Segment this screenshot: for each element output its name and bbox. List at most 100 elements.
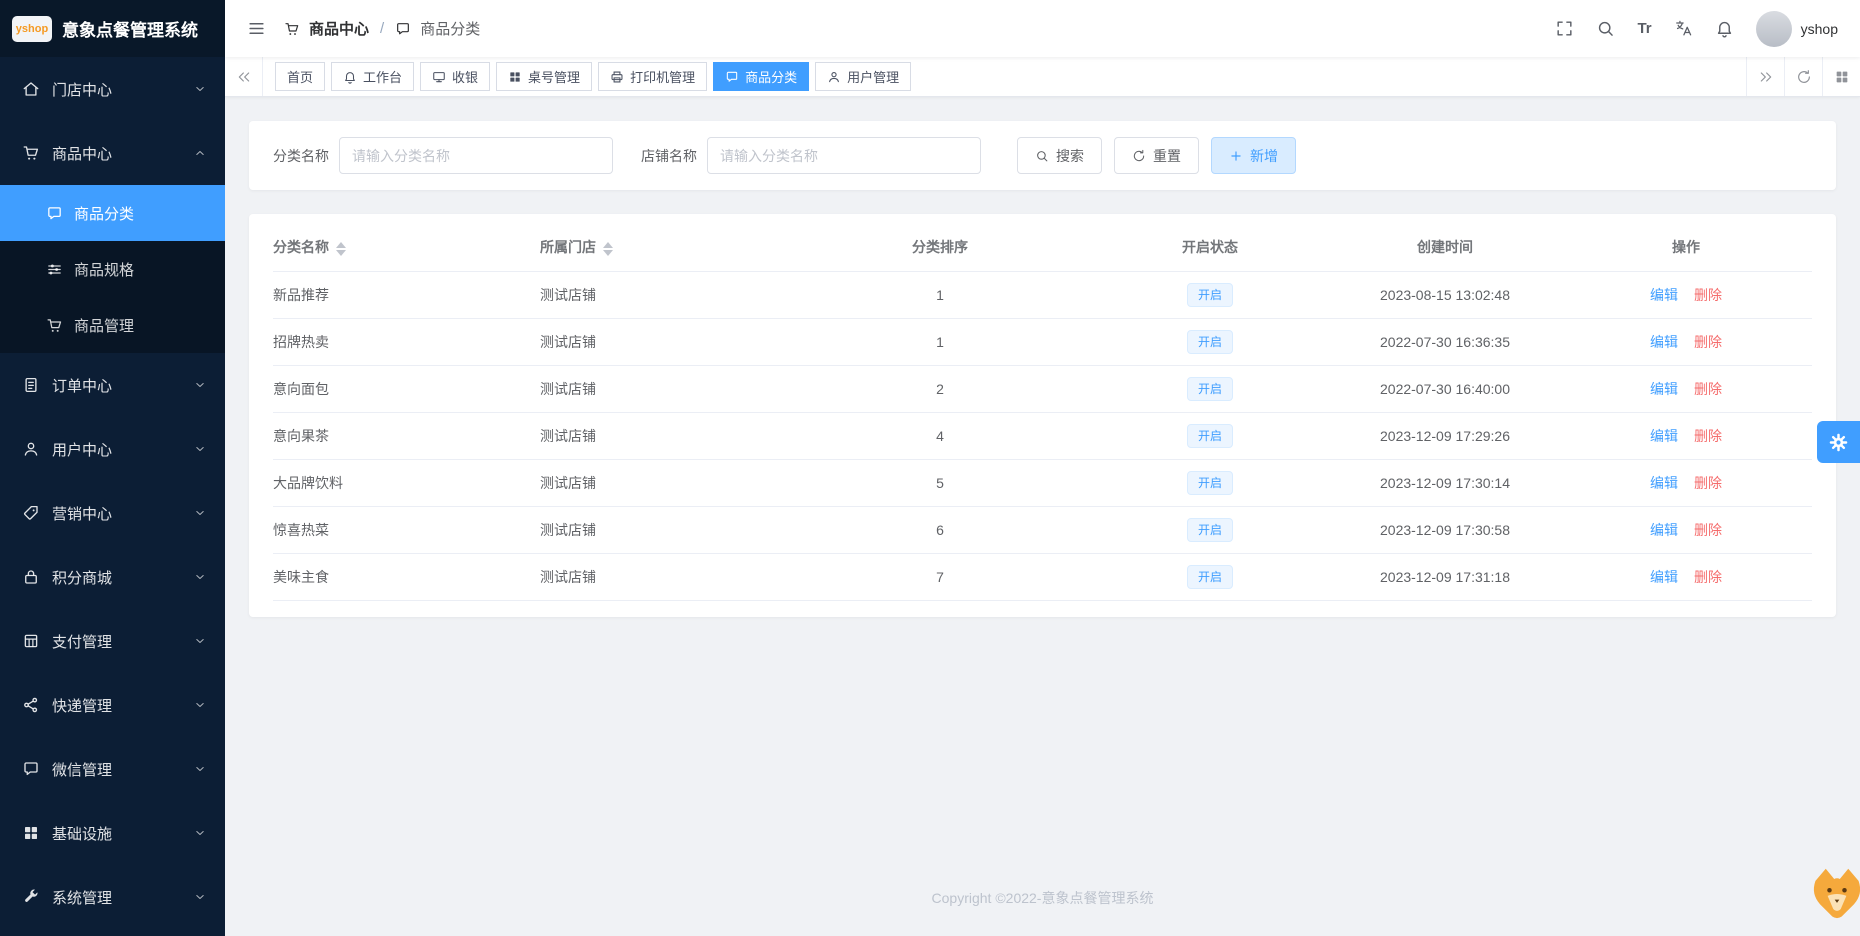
shop-name: 测试店铺 <box>540 286 596 303</box>
cart-icon <box>22 144 40 162</box>
settings-panel-button[interactable] <box>1817 421 1860 463</box>
chevron-down-icon <box>193 634 207 648</box>
breadcrumb-level1[interactable]: 商品中心 <box>309 18 369 39</box>
shop-name-input[interactable] <box>707 137 981 174</box>
edit-link[interactable]: 编辑 <box>1650 428 1678 444</box>
grid-icon <box>1834 69 1850 85</box>
chevron-down-icon <box>193 442 207 456</box>
sidebar-subitem-goods-spec[interactable]: 商品规格 <box>0 241 225 297</box>
tab-user-manage[interactable]: 用户管理 <box>815 62 912 91</box>
delete-link[interactable]: 删除 <box>1694 475 1722 491</box>
tab-goods-category[interactable]: 商品分类 <box>713 62 810 91</box>
sort-carets-icon[interactable] <box>336 241 346 256</box>
add-button[interactable]: 新增 <box>1211 137 1296 174</box>
sidebar-item-system-manage[interactable]: 系统管理 <box>0 865 225 929</box>
search-button-label: 搜索 <box>1056 147 1084 164</box>
tab-label: 工作台 <box>363 70 403 85</box>
table-row: 新品推荐 测试店铺 1 开启 2023-08-15 13:02:48 编辑 删除 <box>273 271 1812 319</box>
column-header-status: 开启状态 <box>1182 239 1238 256</box>
delete-link[interactable]: 删除 <box>1694 381 1722 397</box>
grid-icon <box>508 70 522 84</box>
chat-icon <box>46 205 63 222</box>
sidebar-subitem-goods-category[interactable]: 商品分类 <box>0 185 225 241</box>
status-badge: 开启 <box>1186 470 1233 495</box>
app-logo[interactable]: yshop 意象点餐管理系统 <box>0 0 225 57</box>
category-name-label: 分类名称 <box>273 147 329 164</box>
edit-link[interactable]: 编辑 <box>1650 381 1678 397</box>
fullscreen-icon[interactable] <box>1555 19 1574 38</box>
edit-link[interactable]: 编辑 <box>1650 287 1678 303</box>
sidebar-item-express-manage[interactable]: 快递管理 <box>0 673 225 737</box>
delete-link[interactable]: 删除 <box>1694 334 1722 350</box>
category-table-card: 分类名称 所属门店 分类排序 开启状态 创建时间 操作 新品推荐 测试店铺 1 <box>249 214 1836 617</box>
reset-button[interactable]: 重置 <box>1114 137 1199 174</box>
home-icon <box>22 80 40 98</box>
status-badge: 开启 <box>1186 564 1233 589</box>
edit-link[interactable]: 编辑 <box>1650 522 1678 538</box>
tab-home[interactable]: 首页 <box>275 62 326 91</box>
user-icon <box>22 440 40 458</box>
submenu-label: 商品管理 <box>74 317 135 335</box>
edit-link[interactable]: 编辑 <box>1650 569 1678 585</box>
category-name-input[interactable] <box>339 137 613 174</box>
share-nodes-icon <box>22 696 40 714</box>
user-menu[interactable]: yshop <box>1755 10 1838 47</box>
tab-label: 商品分类 <box>745 70 798 85</box>
sidebar-item-marketing-center[interactable]: 营销中心 <box>0 481 225 545</box>
category-name: 惊喜热菜 <box>273 521 329 538</box>
document-icon <box>22 376 40 394</box>
sidebar-item-wechat-manage[interactable]: 微信管理 <box>0 737 225 801</box>
tabs-scroll-right-button[interactable] <box>1746 57 1784 96</box>
translate-icon[interactable] <box>1674 19 1693 38</box>
submenu-label: 商品分类 <box>74 205 135 223</box>
chevron-down-icon <box>193 506 207 520</box>
tabs-options-button[interactable] <box>1822 57 1860 96</box>
search-icon[interactable] <box>1596 19 1615 38</box>
tab-printer-manage[interactable]: 打印机管理 <box>598 62 708 91</box>
sort-value: 1 <box>936 333 944 350</box>
lock-icon <box>22 568 40 586</box>
app-title: 意象点餐管理系统 <box>62 21 198 40</box>
filter-card: 分类名称 店铺名称 搜索 重置 新增 <box>249 121 1836 190</box>
edit-link[interactable]: 编辑 <box>1650 334 1678 350</box>
delete-link[interactable]: 删除 <box>1694 428 1722 444</box>
sort-carets-icon[interactable] <box>603 241 613 256</box>
main-area: 商品中心 / 商品分类 Tr yshop 首页 工作台 收银 桌号管理 打印机管… <box>225 0 1860 936</box>
chevron-down-icon <box>193 570 207 584</box>
sidebar-item-user-center[interactable]: 用户中心 <box>0 417 225 481</box>
table-row: 招牌热卖 测试店铺 1 开启 2022-07-30 16:36:35 编辑 删除 <box>273 318 1812 366</box>
category-table: 分类名称 所属门店 分类排序 开启状态 创建时间 操作 新品推荐 测试店铺 1 <box>273 224 1812 601</box>
sidebar-subitem-goods-manage[interactable]: 商品管理 <box>0 297 225 353</box>
reset-button-label: 重置 <box>1153 147 1181 164</box>
refresh-icon <box>1132 149 1146 163</box>
refresh-tab-button[interactable] <box>1784 57 1822 96</box>
tab-label: 首页 <box>287 70 314 85</box>
sidebar-item-infrastructure[interactable]: 基础设施 <box>0 801 225 865</box>
sidebar-item-payment-manage[interactable]: 支付管理 <box>0 609 225 673</box>
delete-link[interactable]: 删除 <box>1694 522 1722 538</box>
top-header: 商品中心 / 商品分类 Tr yshop <box>225 0 1860 57</box>
tab-workbench[interactable]: 工作台 <box>331 62 415 91</box>
sidebar-item-goods-center[interactable]: 商品中心 <box>0 121 225 185</box>
sidebar-item-order-center[interactable]: 订单中心 <box>0 353 225 417</box>
mascot-fox-icon[interactable] <box>1804 864 1860 924</box>
search-button[interactable]: 搜索 <box>1017 137 1102 174</box>
tab-label: 用户管理 <box>847 70 900 85</box>
sidebar-item-store-center[interactable]: 门店中心 <box>0 57 225 121</box>
tab-label: 收银 <box>452 70 479 85</box>
bell-icon[interactable] <box>1715 19 1734 38</box>
delete-link[interactable]: 删除 <box>1694 569 1722 585</box>
shop-name: 测试店铺 <box>540 568 596 585</box>
hamburger-icon[interactable] <box>247 19 266 38</box>
tabs-scroll-left-button[interactable] <box>225 57 263 96</box>
tab-cashier[interactable]: 收银 <box>420 62 491 91</box>
sort-value: 1 <box>936 286 944 303</box>
user-icon <box>827 70 841 84</box>
font-size-icon[interactable]: Tr <box>1637 20 1651 37</box>
edit-link[interactable]: 编辑 <box>1650 475 1678 491</box>
delete-link[interactable]: 删除 <box>1694 287 1722 303</box>
tab-table-number[interactable]: 桌号管理 <box>496 62 593 91</box>
username: yshop <box>1800 20 1838 37</box>
sidebar-item-points-mall[interactable]: 积分商城 <box>0 545 225 609</box>
menu-label: 系统管理 <box>52 889 113 907</box>
